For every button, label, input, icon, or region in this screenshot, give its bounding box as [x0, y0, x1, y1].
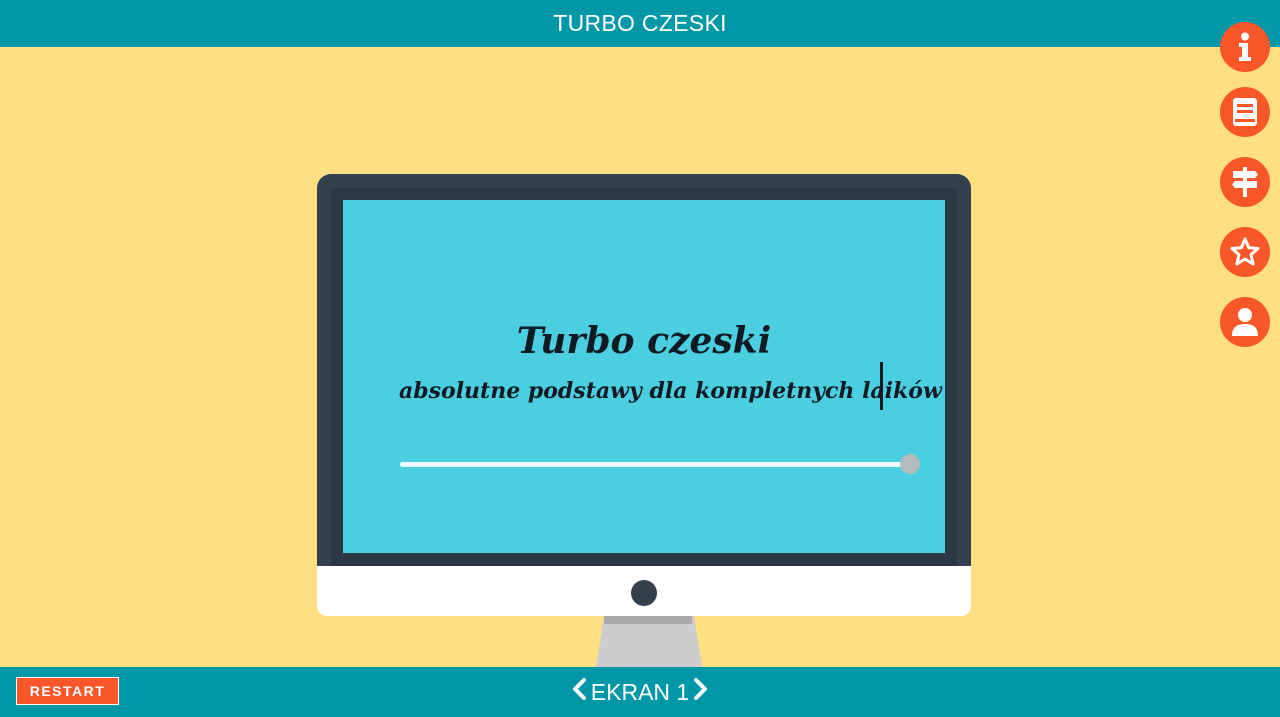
prev-screen-button[interactable] [571, 677, 587, 707]
monitor-button [631, 580, 657, 606]
monitor-illustration: Turbo czeski absolutne podstawy dla komp… [317, 174, 971, 616]
chevron-left-icon [571, 677, 587, 707]
top-bar: TURBO CZESKI [0, 0, 1280, 47]
monitor-bezel: Turbo czeski absolutne podstawy dla komp… [317, 174, 971, 566]
profile-button[interactable] [1220, 297, 1270, 347]
progress-slider[interactable] [400, 454, 920, 474]
slide-subtitle: absolutne podstawy dla kompletnych laikó… [399, 378, 942, 404]
next-screen-button[interactable] [693, 677, 709, 707]
progress-thumb[interactable] [900, 454, 920, 474]
progress-fill [400, 462, 910, 467]
star-button[interactable] [1220, 227, 1270, 277]
bottom-bar: EKRAN 1 RESTART [0, 667, 1280, 717]
monitor-stand-shadow [604, 616, 692, 624]
star-icon [1229, 236, 1261, 268]
restart-button[interactable]: RESTART [16, 677, 119, 705]
user-icon [1231, 307, 1259, 337]
text-cursor [880, 362, 883, 410]
book-icon [1232, 97, 1258, 127]
slide-title: Turbo czeski [516, 320, 772, 362]
screen-navigation: EKRAN 1 [0, 667, 1280, 717]
monitor-chin [317, 566, 971, 616]
signpost-icon [1230, 166, 1260, 198]
book-button[interactable] [1220, 87, 1270, 137]
chevron-right-icon [693, 677, 709, 707]
signpost-button[interactable] [1220, 157, 1270, 207]
slide-screen: Turbo czeski absolutne podstawy dla komp… [343, 200, 945, 553]
course-title: TURBO CZESKI [553, 10, 727, 36]
info-icon [1233, 32, 1257, 62]
info-button[interactable] [1220, 22, 1270, 72]
screen-label: EKRAN 1 [590, 678, 690, 705]
